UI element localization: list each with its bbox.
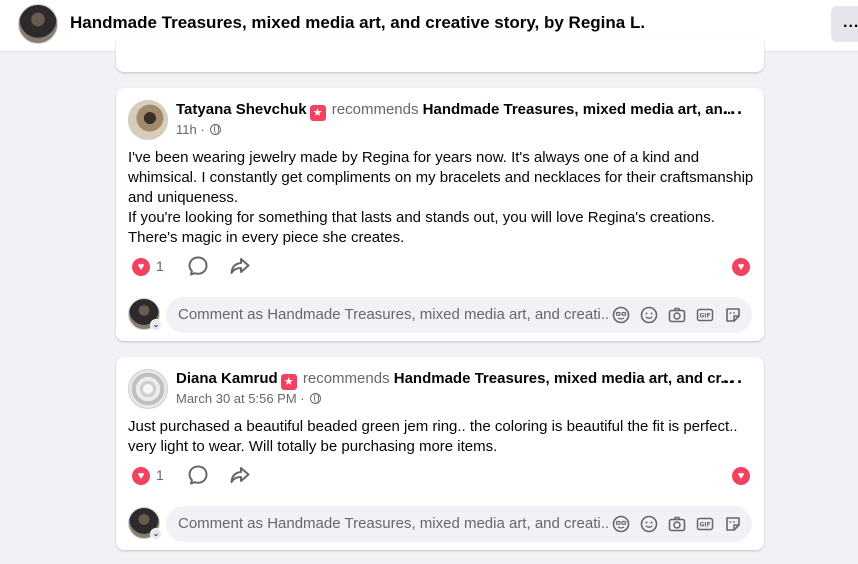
post-more-button[interactable]: ··· xyxy=(723,104,744,122)
gif-icon[interactable]: GIF xyxy=(696,515,714,533)
love-reaction-icon[interactable]: ♥ xyxy=(132,258,150,276)
author-avatar[interactable] xyxy=(128,369,168,409)
author-name[interactable]: Diana Kamrud xyxy=(176,370,278,387)
more-options-button[interactable]: ... xyxy=(831,6,858,42)
camera-icon[interactable] xyxy=(668,515,686,533)
page-avatar[interactable] xyxy=(18,4,58,44)
sticker-icon[interactable] xyxy=(724,515,742,533)
post-header: Tatyana Shevchuk ★ recommends Handmade Tr… xyxy=(176,100,735,121)
post-meta: March 30 at 5:56 PM · xyxy=(176,391,322,406)
recommended-page-link[interactable]: Handmade Treasures, mixed media art, and… xyxy=(394,370,733,387)
comment-icon[interactable] xyxy=(186,463,210,487)
post-body: I've been wearing jewelry made by Regina… xyxy=(128,148,756,248)
avatar-sticker-icon[interactable] xyxy=(612,515,630,533)
reaction-count[interactable]: 1 xyxy=(156,467,164,483)
recommends-label: recommends xyxy=(331,101,419,118)
comment-composer: ⌄ Comment as Handmade Treasures, mixed m… xyxy=(128,297,752,333)
recommendation-post: Tatyana Shevchuk ★ recommends Handmade Tr… xyxy=(116,88,764,341)
love-reaction-icon[interactable]: ♥ xyxy=(132,467,150,485)
author-name[interactable]: Tatyana Shevchuk xyxy=(176,101,307,118)
svg-text:GIF: GIF xyxy=(699,522,710,529)
post-body: Just purchased a beautiful beaded green … xyxy=(128,417,756,457)
post-header: Diana Kamrud ★ recommends Handmade Treasu… xyxy=(176,369,733,390)
love-reaction-icon[interactable]: ♥ xyxy=(732,467,750,485)
post-meta: 11h · xyxy=(176,122,222,137)
comment-composer: ⌄ Comment as Handmade Treasures, mixed m… xyxy=(128,506,752,542)
globe-icon xyxy=(310,393,322,404)
post-more-button[interactable]: ··· xyxy=(723,373,744,391)
emoji-icon[interactable] xyxy=(640,515,658,533)
post-timestamp[interactable]: March 30 at 5:56 PM xyxy=(176,391,297,406)
gif-icon[interactable]: GIF xyxy=(696,306,714,324)
reaction-count[interactable]: 1 xyxy=(156,258,164,274)
comment-placeholder: Comment as Handmade Treasures, mixed med… xyxy=(178,515,608,532)
previous-post-card-bottom xyxy=(116,40,764,72)
post-paragraph: Just purchased a beautiful beaded green … xyxy=(128,418,738,455)
comment-input[interactable]: Comment as Handmade Treasures, mixed med… xyxy=(166,506,752,542)
meta-separator: · xyxy=(300,391,305,406)
meta-separator: · xyxy=(200,122,205,137)
recommend-badge-icon: ★ xyxy=(280,374,297,390)
share-icon[interactable] xyxy=(228,463,252,487)
avatar-sticker-icon[interactable] xyxy=(612,306,630,324)
page-title: Handmade Treasures, mixed media art, and… xyxy=(70,13,646,32)
comment-input[interactable]: Comment as Handmade Treasures, mixed med… xyxy=(166,297,752,333)
svg-text:GIF: GIF xyxy=(699,313,710,320)
post-paragraph: I've been wearing jewelry made by Regina… xyxy=(128,149,754,206)
recommended-page-link[interactable]: Handmade Treasures, mixed media art, an.… xyxy=(423,101,736,118)
recommends-label: recommends xyxy=(302,370,390,387)
post-paragraph: If you're looking for something that las… xyxy=(128,209,715,246)
globe-icon xyxy=(210,124,222,135)
recommend-badge-icon: ★ xyxy=(309,105,326,121)
post-timestamp[interactable]: 11h xyxy=(176,122,197,137)
chevron-down-icon[interactable]: ⌄ xyxy=(150,319,162,331)
author-avatar[interactable] xyxy=(128,100,168,140)
recommendation-post: Diana Kamrud ★ recommends Handmade Treasu… xyxy=(116,357,764,550)
comment-placeholder: Comment as Handmade Treasures, mixed med… xyxy=(178,306,608,323)
emoji-icon[interactable] xyxy=(640,306,658,324)
camera-icon[interactable] xyxy=(668,306,686,324)
sticker-icon[interactable] xyxy=(724,306,742,324)
chevron-down-icon[interactable]: ⌄ xyxy=(150,528,162,540)
share-icon[interactable] xyxy=(228,254,252,278)
love-reaction-icon[interactable]: ♥ xyxy=(732,258,750,276)
comment-icon[interactable] xyxy=(186,254,210,278)
